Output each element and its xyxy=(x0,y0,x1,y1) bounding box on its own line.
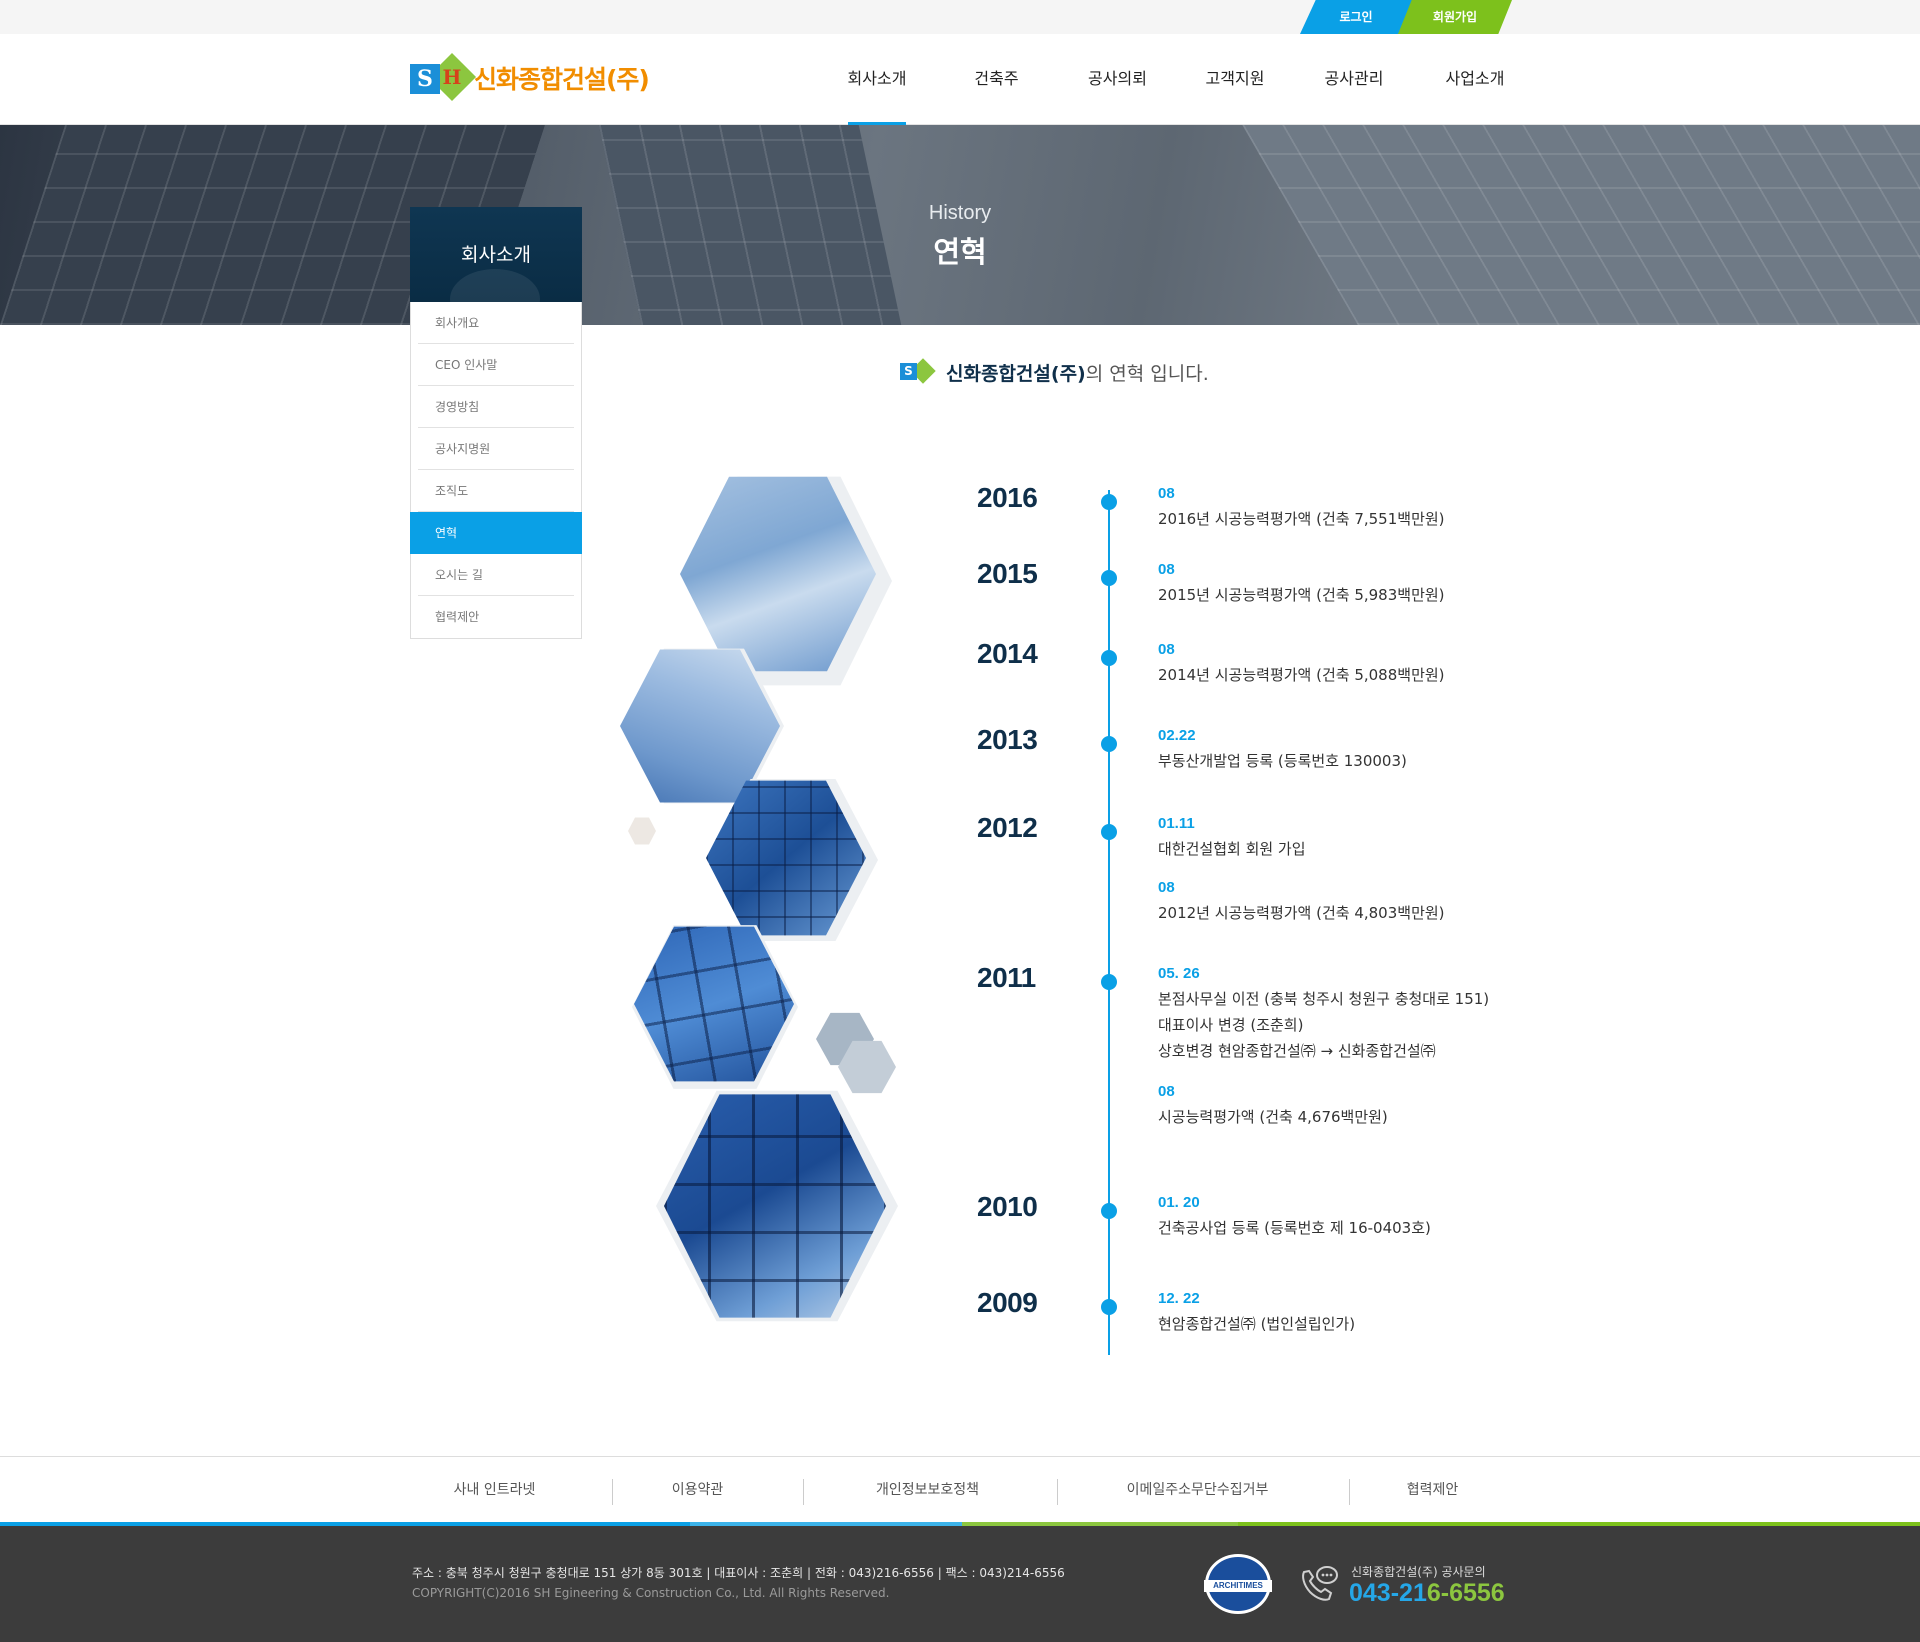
side-item-overview[interactable]: 회사개요 xyxy=(418,302,574,344)
side-item-organization[interactable]: 조직도 xyxy=(418,470,574,512)
timeline-date: 05. 26 xyxy=(1158,965,1200,982)
timeline-description: 대한건설협회 회원 가입 xyxy=(1158,840,1306,858)
timeline-date: 08 xyxy=(1158,879,1175,896)
timeline-entry: 08 2016년 시공능력평가액 (건축 7,551백만원) xyxy=(1158,482,1445,532)
footer-copyright: COPYRIGHT(C)2016 SH Egineering & Constru… xyxy=(412,1586,890,1600)
timeline-dot xyxy=(1101,1299,1117,1315)
site-logo[interactable]: H S 신화종합건설(주) xyxy=(410,52,650,102)
timeline-year: 2015 xyxy=(977,558,1038,589)
hex-image-5 xyxy=(664,1094,886,1318)
side-menu-title: 회사소개 xyxy=(410,207,582,302)
phone-label: 신화종합건설(주) 공사문의 xyxy=(1351,1565,1486,1579)
timeline-year: 2009 xyxy=(977,1287,1038,1318)
timeline-entry: 01.11 대한건설협회 회원 가입 xyxy=(1158,812,1306,862)
timeline-date: 08 xyxy=(1158,561,1175,578)
timeline-description: 2016년 시공능력평가액 (건축 7,551백만원) xyxy=(1158,510,1445,528)
timeline-date: 12. 22 xyxy=(1158,1290,1200,1307)
footer-link-email-refusal[interactable]: 이메일주소무단수집거부 xyxy=(1080,1457,1315,1523)
timeline-year: 2010 xyxy=(977,1191,1038,1222)
timeline-entry: 08 2012년 시공능력평가액 (건축 4,803백만원) xyxy=(1158,876,1445,926)
footer-link-terms[interactable]: 이용약관 xyxy=(615,1457,780,1523)
nav-business[interactable]: 사업소개 xyxy=(1414,34,1536,124)
timeline-entry: 12. 22 현암종합건설㈜ (법인설립인가) xyxy=(1158,1287,1355,1337)
utility-bar: 로그인 회원가입 xyxy=(0,0,1920,34)
login-button[interactable]: 로그인 xyxy=(1300,0,1412,34)
architimes-badge: ARCHITIMES xyxy=(1204,1554,1272,1614)
timeline-description: 현암종합건설㈜ (법인설립인가) xyxy=(1158,1315,1356,1333)
header: H S 신화종합건설(주) 회사소개 건축주 공사의뢰 고객지원 공사관리 사업… xyxy=(0,34,1920,125)
timeline-description: 대표이사 변경 (조춘희) xyxy=(1158,1016,1304,1034)
timeline-date: 02.22 xyxy=(1158,727,1196,744)
timeline-date: 08 xyxy=(1158,641,1175,658)
logo-small-icon: S xyxy=(900,358,936,384)
timeline-description: 건축공사업 등록 (등록번호 제 16-0403호) xyxy=(1158,1219,1431,1237)
logo-mark: H S xyxy=(410,52,477,102)
nav-management[interactable]: 공사관리 xyxy=(1294,34,1414,124)
timeline-dot xyxy=(1101,974,1117,990)
timeline-description: 부동산개발업 등록 (등록번호 130003) xyxy=(1158,752,1407,770)
timeline-year: 2012 xyxy=(977,812,1038,843)
banner-subtitle: History xyxy=(928,202,992,224)
join-button[interactable]: 회원가입 xyxy=(1398,0,1512,34)
hex-image-4 xyxy=(634,926,794,1082)
intro-company: 신화종합건설(주) xyxy=(946,362,1086,385)
footer-address: 주소 : 충북 청주시 청원구 충청대로 151 상가 8동 301호 | 대표… xyxy=(412,1566,1065,1580)
timeline-dot xyxy=(1101,570,1117,586)
nav-support[interactable]: 고객지원 xyxy=(1176,34,1294,124)
timeline-year: 2013 xyxy=(977,724,1038,755)
phone-icon xyxy=(1302,1566,1338,1601)
timeline-entry: 08 2015년 시공능력평가액 (건축 5,983백만원) xyxy=(1158,558,1445,608)
footer: 주소 : 충북 청주시 청원구 충청대로 151 상가 8동 301호 | 대표… xyxy=(0,1526,1920,1642)
timeline-description: 시공능력평가액 (건축 4,676백만원) xyxy=(1158,1108,1388,1126)
footer-link-privacy[interactable]: 개인정보보호정책 xyxy=(820,1457,1035,1523)
footer-links: 사내 인트라넷 이용약관 개인정보보호정책 이메일주소무단수집거부 협력제안 xyxy=(0,1456,1920,1522)
timeline-dot xyxy=(1101,494,1117,510)
side-item-history[interactable]: 연혁 xyxy=(410,512,582,554)
main-nav: 회사소개 건축주 공사의뢰 고객지원 공사관리 사업소개 xyxy=(820,34,1536,125)
timeline-year: 2011 xyxy=(977,962,1036,993)
hex-dot-beige xyxy=(628,817,656,845)
intro-heading: S 신화종합건설(주)의 연혁 입니다. xyxy=(900,357,1209,387)
timeline-description: 2014년 시공능력평가액 (건축 5,088백만원) xyxy=(1158,666,1445,684)
logo-text: 신화종합건설(주) xyxy=(474,65,650,94)
side-item-location[interactable]: 오시는 길 xyxy=(418,554,574,596)
side-menu: 회사소개 회사개요 CEO 인사말 경영방침 공사지명원 조직도 연혁 오시는 … xyxy=(410,207,582,639)
nav-owner[interactable]: 건축주 xyxy=(934,34,1059,124)
side-item-designation[interactable]: 공사지명원 xyxy=(418,428,574,470)
timeline-date: 01. 20 xyxy=(1158,1194,1200,1211)
nav-request[interactable]: 공사의뢰 xyxy=(1059,34,1176,124)
timeline-description: 상호변경 현암종합건설㈜ → 신화종합건설㈜ xyxy=(1158,1042,1436,1060)
timeline-entry: 02.22 부동산개발업 등록 (등록번호 130003) xyxy=(1158,724,1407,774)
timeline-line xyxy=(1108,490,1110,1355)
timeline-year: 2014 xyxy=(977,638,1038,669)
timeline-date: 08 xyxy=(1158,1083,1175,1100)
footer-link-partnership[interactable]: 협력제안 xyxy=(1360,1457,1505,1523)
side-item-partnership[interactable]: 협력제안 xyxy=(418,596,574,638)
timeline-description: 2012년 시공능력평가액 (건축 4,803백만원) xyxy=(1158,904,1445,922)
sub-banner: History 연혁 xyxy=(0,125,1920,325)
nav-company[interactable]: 회사소개 xyxy=(820,34,934,125)
timeline-description: 본점사무실 이전 (충북 청주시 청원구 충청대로 151) xyxy=(1158,990,1490,1008)
timeline-entry: 08 2014년 시공능력평가액 (건축 5,088백만원) xyxy=(1158,638,1445,688)
timeline-dot xyxy=(1101,650,1117,666)
timeline-description: 2015년 시공능력평가액 (건축 5,983백만원) xyxy=(1158,586,1445,604)
timeline-entry: 08 시공능력평가액 (건축 4,676백만원) xyxy=(1158,1080,1388,1130)
timeline-dot xyxy=(1101,736,1117,752)
timeline-dot xyxy=(1101,1203,1117,1219)
timeline-entry: 05. 26 본점사무실 이전 (충북 청주시 청원구 충청대로 151) 대표이사… xyxy=(1158,962,1489,1064)
timeline-date: 08 xyxy=(1158,485,1175,502)
banner-title: 연혁 xyxy=(933,235,987,269)
footer-link-intranet[interactable]: 사내 인트라넷 xyxy=(412,1457,577,1523)
side-item-policy[interactable]: 경영방침 xyxy=(418,386,574,428)
timeline-dot xyxy=(1101,824,1117,840)
intro-rest: 의 연혁 입니다. xyxy=(1085,362,1209,385)
phone-number: 043-216-6556 xyxy=(1349,1579,1505,1607)
timeline-year: 2016 xyxy=(977,482,1038,513)
timeline-entry: 01. 20 건축공사업 등록 (등록번호 제 16-0403호) xyxy=(1158,1191,1431,1241)
timeline-date: 01.11 xyxy=(1158,815,1195,832)
side-item-ceo[interactable]: CEO 인사말 xyxy=(418,344,574,386)
